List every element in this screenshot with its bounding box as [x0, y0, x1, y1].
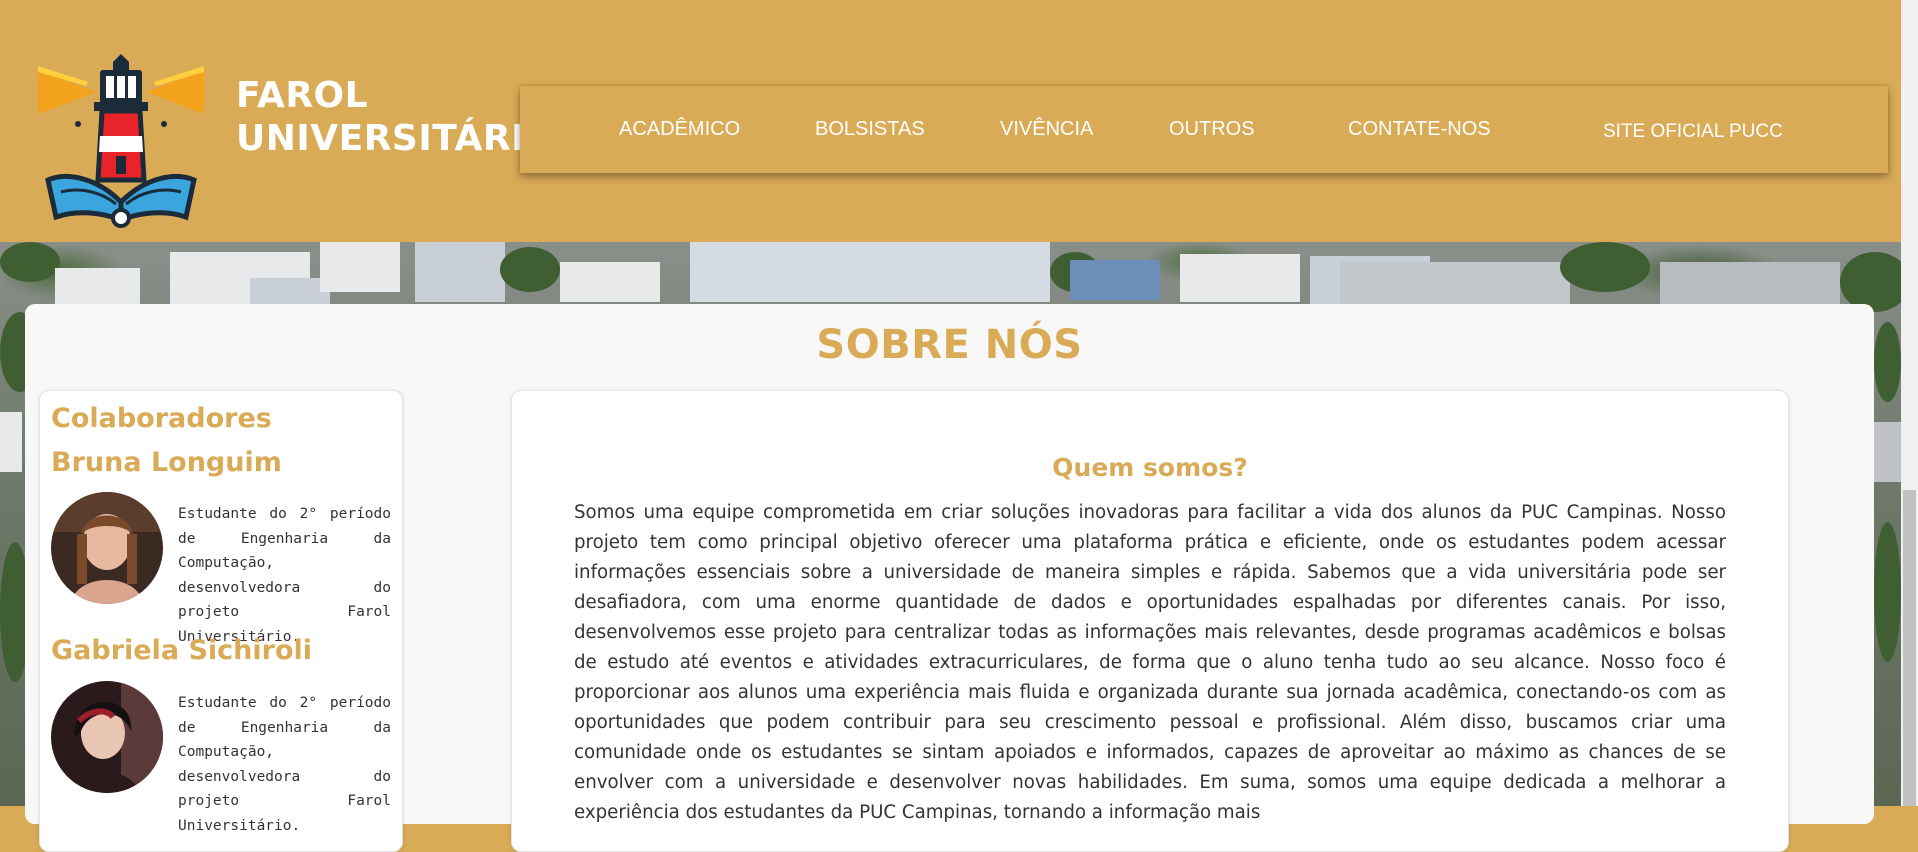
collaborator-bio: Estudante do 2° período de Engenharia da…	[178, 506, 391, 645]
collaborators-heading: Colaboradores	[51, 403, 272, 434]
nav-item-bolsistas[interactable]: BOLSISTAS	[815, 86, 925, 173]
avatar	[51, 492, 163, 604]
page-title: SOBRE NÓS	[816, 322, 1083, 368]
about-subtitle: Quem somos?	[1052, 453, 1248, 482]
avatar	[51, 681, 163, 793]
brand-line-1: FAROL	[236, 75, 369, 116]
collaborators-card: Colaboradores Bruna Longuim Estudante do…	[39, 390, 403, 852]
brand-title[interactable]: FAROL UNIVERSITÁRIO	[236, 74, 556, 160]
collaborator-name: Bruna Longuim	[51, 447, 282, 478]
about-content-card: Quem somos? Somos uma equipe comprometid…	[511, 390, 1789, 852]
about-paragraph: Somos uma equipe comprometida em criar s…	[574, 502, 1726, 823]
brand-line-2: UNIVERSITÁRIO	[236, 118, 557, 159]
nav-item-outros[interactable]: OUTROS	[1169, 86, 1255, 173]
lighthouse-logo-icon[interactable]	[36, 52, 206, 230]
main-nav: ACADÊMICO BOLSISTAS VIVÊNCIA OUTROS CONT…	[520, 86, 1888, 173]
collaborator-name: Gabriela Sichiroli	[51, 635, 313, 666]
nav-item-site-oficial-pucc[interactable]: SITE OFICIAL PUCC	[1603, 89, 1783, 176]
scrollbar-thumb[interactable]	[1903, 490, 1916, 806]
collaborator-bio: Estudante do 2° período de Engenharia da…	[178, 695, 391, 834]
about-section: SOBRE NÓS Colaboradores Bruna Longuim Es…	[25, 304, 1874, 852]
nav-item-vivencia[interactable]: VIVÊNCIA	[1000, 86, 1093, 173]
nav-item-academico[interactable]: ACADÊMICO	[619, 86, 740, 173]
site-header: FAROL UNIVERSITÁRIO ACADÊMICO BOLSISTAS …	[0, 0, 1918, 242]
nav-item-contate-nos[interactable]: CONTATE-NOS	[1348, 86, 1491, 173]
